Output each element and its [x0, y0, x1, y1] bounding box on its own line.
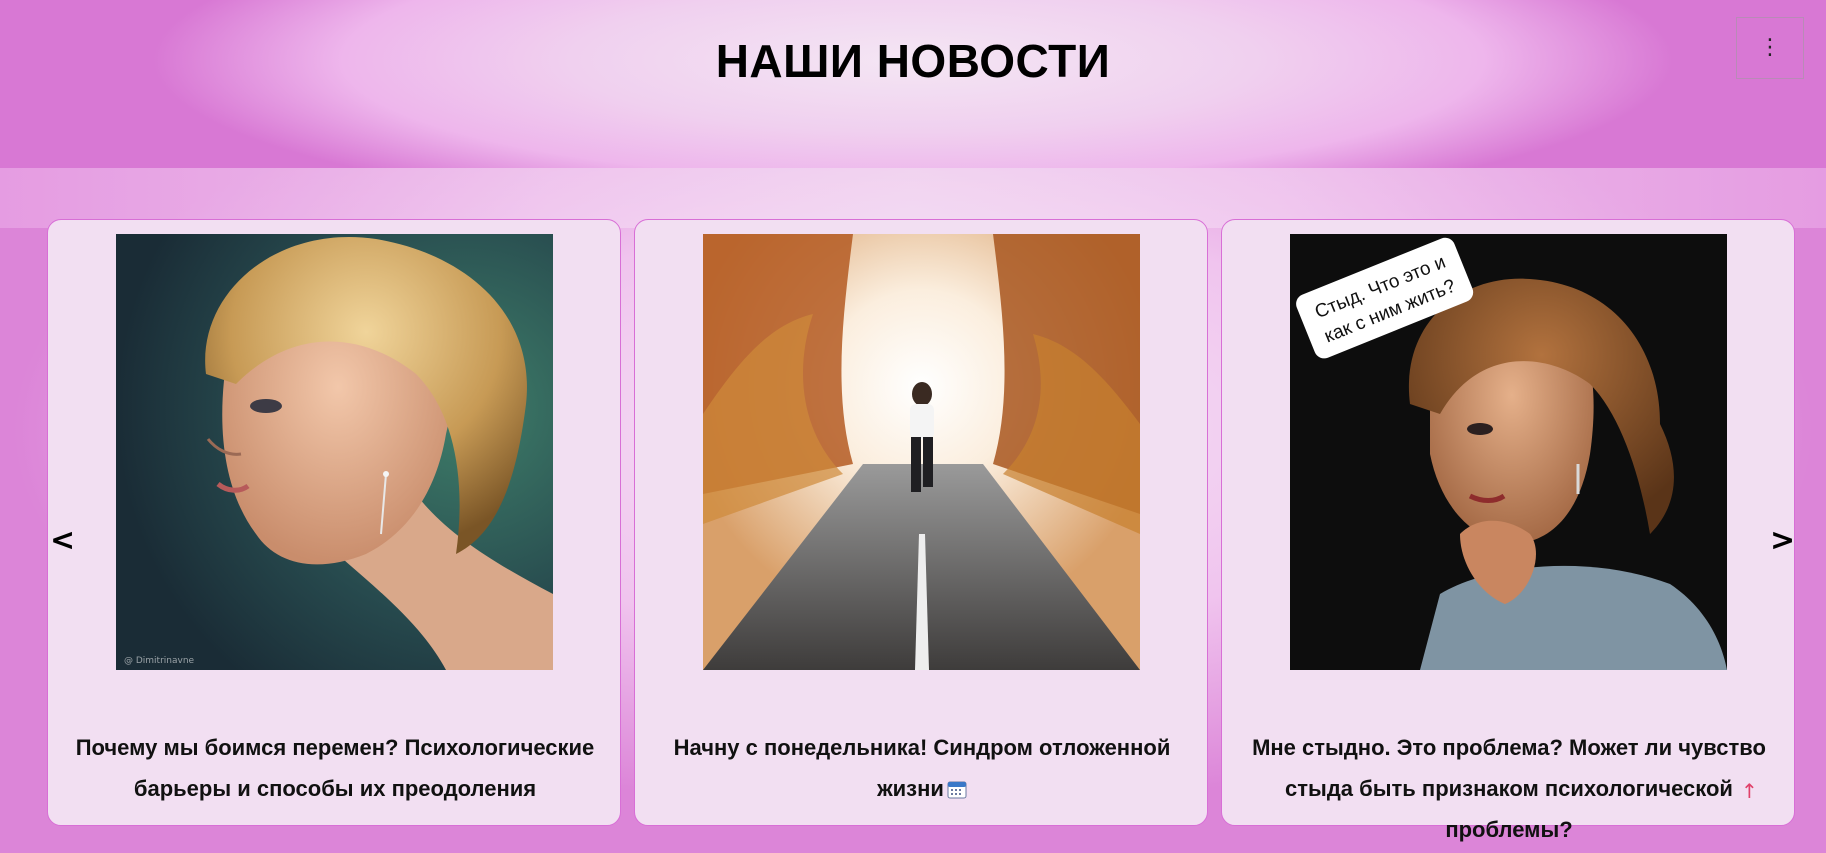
image-watermark: @ Dimitrinavne: [124, 656, 195, 666]
thinking-woman-image[interactable]: Стыд. Что это и как с ним жить?: [1290, 234, 1727, 670]
news-card-title[interactable]: Начну с понедельника! Синдром отложенной…: [649, 727, 1195, 809]
news-card[interactable]: @ Dimitrinavne Почему мы боимся перемен?…: [47, 219, 621, 826]
scroll-top-icon[interactable]: ↑: [1741, 779, 1758, 803]
news-card[interactable]: Стыд. Что это и как с ним жить? Мне стыд…: [1221, 219, 1795, 842]
portrait-illustration: [116, 234, 553, 670]
news-card[interactable]: Начну с понедельника! Синдром отложенной…: [634, 219, 1208, 826]
page-title: НАШИ НОВОСТИ: [715, 35, 1111, 87]
woman-portrait-image[interactable]: @ Dimitrinavne: [116, 234, 553, 670]
news-card-title[interactable]: Мне стыдно. Это проблема? Может ли чувст…: [1236, 727, 1782, 850]
runner-road-image[interactable]: [703, 234, 1140, 670]
calendar-icon: [947, 771, 967, 799]
road-illustration: [703, 234, 1140, 670]
carousel-next-button[interactable]: >: [1770, 523, 1795, 558]
news-card-title-text: Начну с понедельника! Синдром отложенной…: [673, 735, 1171, 801]
carousel-prev-button[interactable]: <: [50, 523, 75, 558]
kebab-menu-icon: ⋮: [1759, 35, 1781, 60]
page-header: НАШИ НОВОСТИ ⋮: [0, 0, 1826, 168]
news-card-title[interactable]: Почему мы боимся перемен? Психологически…: [62, 727, 608, 809]
thinking-woman-illustration: Стыд. Что это и как с ним жить?: [1290, 234, 1727, 670]
menu-button[interactable]: ⋮: [1736, 17, 1804, 79]
